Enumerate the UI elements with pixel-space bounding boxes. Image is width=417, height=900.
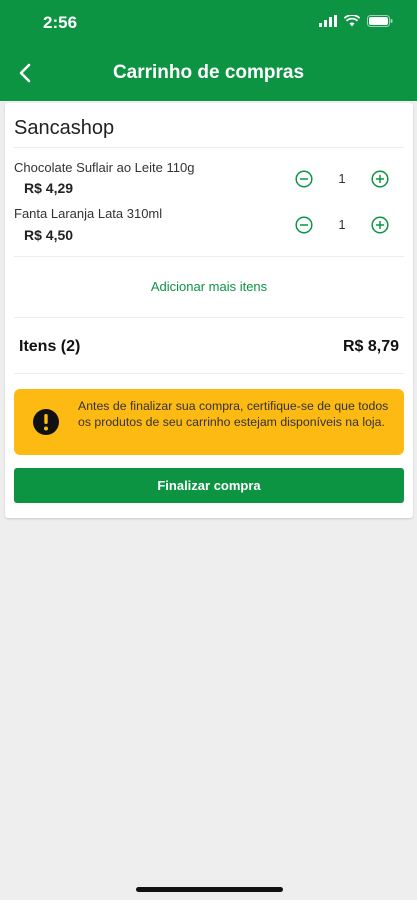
quantity-value: 1 xyxy=(338,217,346,232)
wifi-icon xyxy=(344,15,360,27)
item-price: R$ 4,50 xyxy=(24,227,74,243)
warning-banner: Antes de finalizar sua compra, certifiqu… xyxy=(14,389,404,455)
status-icons xyxy=(319,15,393,27)
finalize-purchase-button[interactable]: Finalizar compra xyxy=(14,468,404,503)
decrease-quantity-button[interactable] xyxy=(295,170,313,188)
increase-quantity-button[interactable] xyxy=(371,170,389,188)
status-time: 2:56 xyxy=(43,13,78,32)
app-header: 2:56 Carrinho de compras xyxy=(0,0,417,101)
quantity-value: 1 xyxy=(338,171,346,186)
add-more-items-link[interactable]: Adicionar mais itens xyxy=(5,279,413,294)
battery-icon xyxy=(367,15,393,27)
store-name: Sancashop xyxy=(14,117,115,139)
divider xyxy=(14,256,404,257)
item-name: Fanta Laranja Lata 310ml xyxy=(14,206,163,221)
item-name: Chocolate Suflair ao Leite 110g xyxy=(14,160,195,175)
total-value: R$ 8,79 xyxy=(342,338,399,355)
warning-text: Antes de finalizar sua compra, certifiqu… xyxy=(78,399,389,429)
divider xyxy=(14,373,404,374)
items-count-label: Itens (2) xyxy=(19,338,81,355)
divider xyxy=(14,317,404,318)
home-indicator xyxy=(136,887,283,892)
exclamation-icon xyxy=(33,409,59,435)
increase-quantity-button[interactable] xyxy=(371,216,389,234)
item-price: R$ 4,29 xyxy=(24,180,74,196)
divider xyxy=(14,147,404,148)
page-title: Carrinho de compras xyxy=(112,62,305,83)
signal-icon xyxy=(319,15,337,27)
decrease-quantity-button[interactable] xyxy=(295,216,313,234)
cart-card: Sancashop Chocolate Suflair ao Leite 110… xyxy=(5,103,413,518)
